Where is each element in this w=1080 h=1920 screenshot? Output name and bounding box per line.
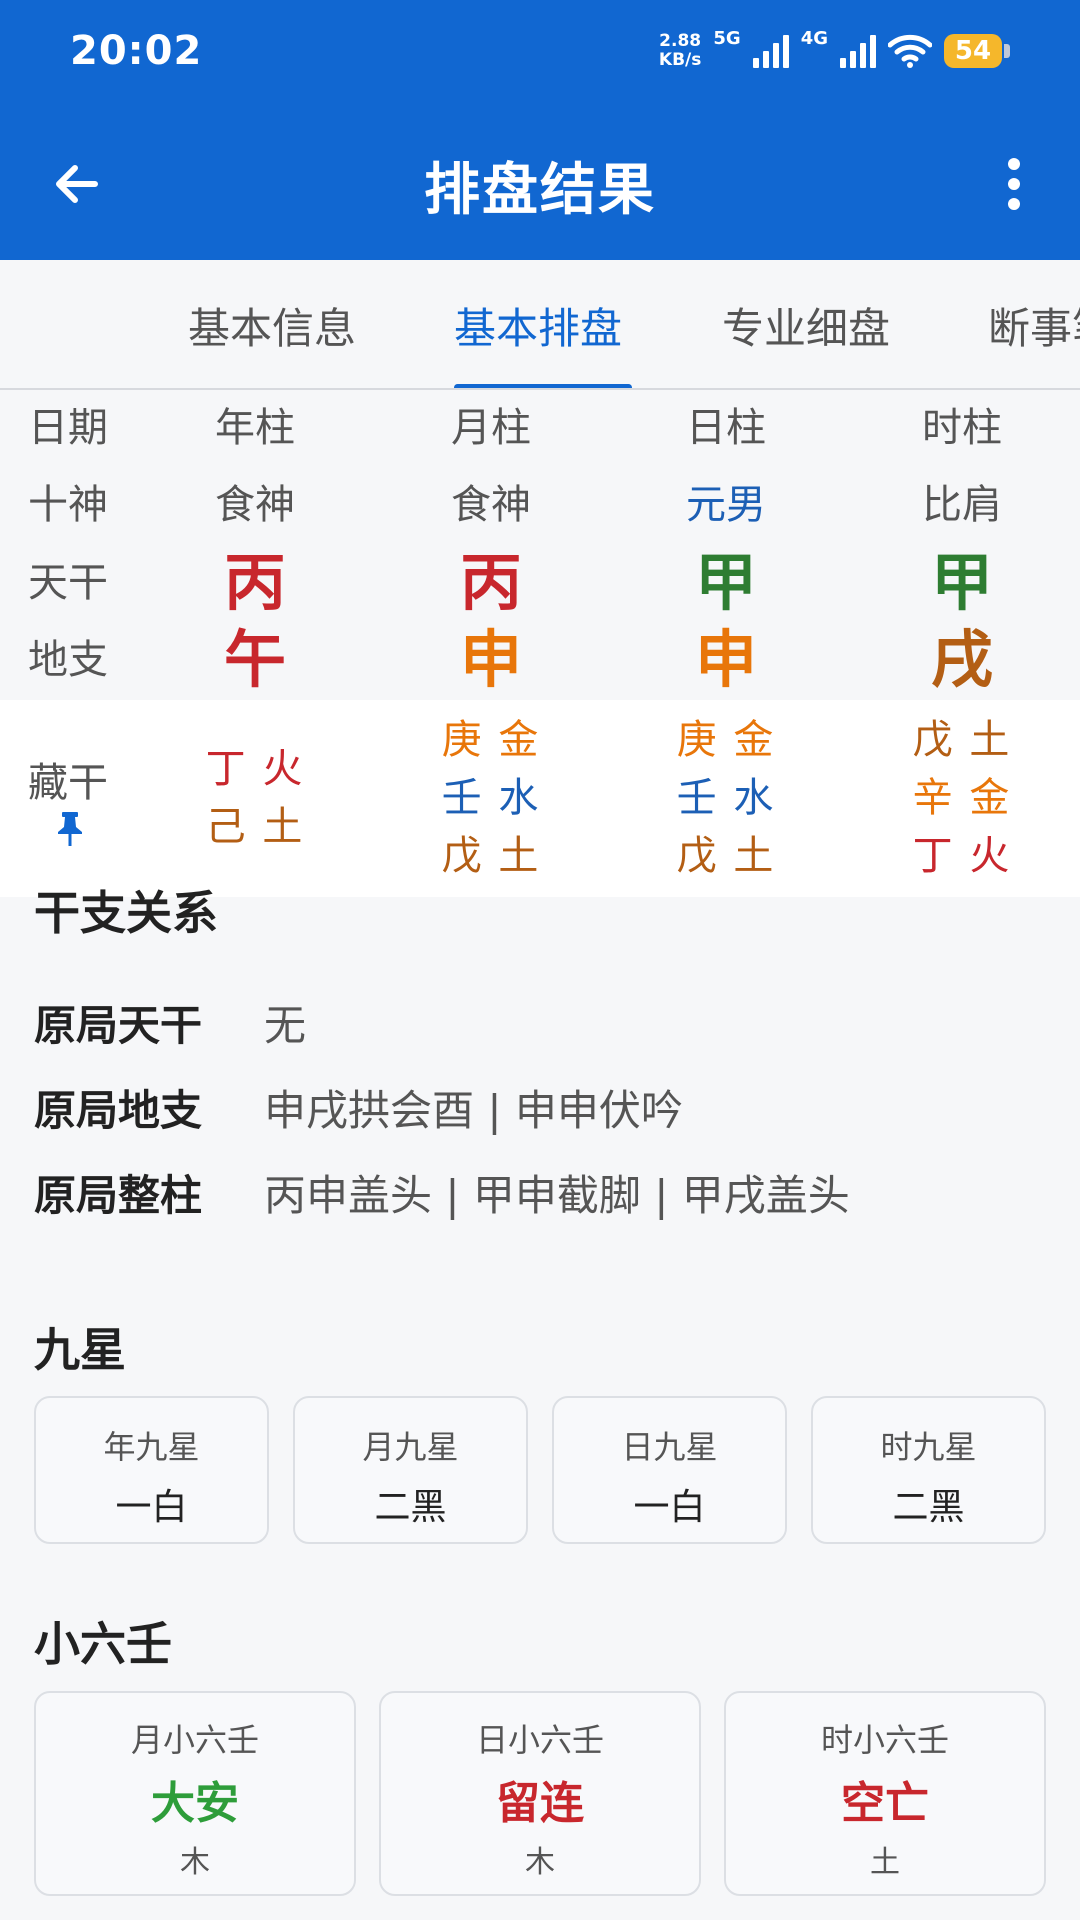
relation-row: 原局天干 无 — [34, 1000, 307, 1050]
liuren-card-hour: 时小六壬 空亡 土 — [724, 1691, 1046, 1896]
signal-4g-label: 4G — [800, 28, 828, 49]
hidden-stems-hour: 戊 土 辛 金 丁 火 — [862, 711, 1062, 885]
hidden-stem: 己 土 — [205, 804, 305, 850]
hidden-stem: 庚 金 — [441, 717, 541, 763]
status-icons: 2.88 KB/s 5G 4G 54 — [658, 26, 1010, 76]
zhi-day: 申 — [694, 623, 757, 696]
nine-star-card-year: 年九星 一白 — [34, 1396, 269, 1544]
zhi-year: 午 — [223, 623, 286, 696]
relation-row: 原局地支 申戌拱会酉 | 申申伏吟 — [34, 1085, 683, 1135]
battery-icon: 54 — [944, 34, 1010, 68]
more-options-button[interactable] — [986, 148, 1042, 220]
status-time: 20:02 — [70, 28, 203, 74]
gan-hour: 甲 — [930, 546, 993, 619]
signal-bars-icon — [752, 34, 789, 68]
relations-title: 干支关系 — [34, 886, 218, 940]
pin-icon[interactable] — [56, 812, 84, 846]
signal-5g-label: 5G — [713, 28, 741, 49]
liuren-card-day: 日小六壬 留连 木 — [379, 1691, 701, 1896]
relation-row: 原局整柱 丙申盖头 | 甲申截脚 | 甲戌盖头 — [34, 1170, 850, 1220]
row-tiangan: 天干 丙 丙 甲 甲 — [0, 545, 1080, 621]
shishen-hour: 比肩 — [922, 482, 1002, 528]
pillar-name-day: 日柱 — [686, 405, 766, 451]
tab-professional-chart[interactable]: 专业细盘 — [722, 295, 890, 356]
hidden-stems-day: 庚 金 壬 水 戊 土 — [626, 711, 826, 885]
shishen-month: 食神 — [451, 482, 531, 528]
nine-stars-title: 九星 — [34, 1323, 126, 1377]
nine-star-card-hour: 时九星 二黑 — [811, 1396, 1046, 1544]
nine-star-card-month: 月九星 二黑 — [293, 1396, 528, 1544]
gan-month: 丙 — [459, 546, 522, 619]
zhi-month: 申 — [459, 623, 522, 696]
hidden-stem: 戊 土 — [912, 717, 1012, 763]
hidden-stem: 辛 金 — [912, 775, 1012, 821]
gan-day: 甲 — [694, 546, 757, 619]
little-liuren-title: 小六壬 — [34, 1617, 172, 1671]
signal-bars-icon — [840, 34, 876, 68]
row-dizhi: 地支 午 申 申 戌 — [0, 622, 1080, 698]
wifi-icon — [888, 34, 932, 68]
network-speed: 2.88 KB/s — [658, 31, 702, 70]
more-vertical-icon — [1008, 158, 1020, 210]
shishen-day: 元男 — [686, 482, 766, 528]
shishen-year: 食神 — [215, 482, 295, 528]
tab-bar: 基本信息 基本排盘 专业细盘 断事笔记 — [0, 260, 1080, 390]
tab-basic-info[interactable]: 基本信息 — [188, 295, 356, 356]
hidden-stem: 壬 水 — [441, 775, 541, 821]
hidden-stem: 壬 水 — [676, 775, 776, 821]
app-bar: 20:02 2.88 KB/s 5G 4G 54 排盘结果 — [0, 0, 1080, 260]
hidden-stem: 丁 火 — [912, 833, 1012, 879]
liuren-card-month: 月小六壬 大安 木 — [34, 1691, 356, 1896]
hidden-stem: 戊 土 — [676, 833, 776, 879]
canggan-label: 藏干 — [28, 760, 108, 806]
pillar-name-hour: 时柱 — [922, 405, 1002, 451]
hidden-stem: 庚 金 — [676, 717, 776, 763]
row-shishen: 十神 食神 食神 元男 比肩 — [0, 467, 1080, 543]
row-date: 日期 年柱 月柱 日柱 时柱 — [0, 390, 1080, 466]
hidden-stem: 戊 土 — [441, 833, 541, 879]
tab-notes[interactable]: 断事笔记 — [988, 295, 1080, 356]
zhi-hour: 戌 — [930, 623, 993, 696]
hidden-stems-row: 藏干 丁 火 己 土 庚 金 壬 水 戊 土 庚 金 壬 水 戊 土 戊 土 辛… — [0, 700, 1080, 897]
pillar-name-year: 年柱 — [215, 405, 295, 451]
hidden-stem: 丁 火 — [205, 746, 305, 792]
tab-basic-chart[interactable]: 基本排盘 — [454, 295, 622, 356]
hidden-stems-year: 丁 火 己 土 — [155, 740, 355, 856]
nine-star-card-day: 日九星 一白 — [552, 1396, 787, 1544]
gan-year: 丙 — [223, 546, 286, 619]
pillar-name-month: 月柱 — [451, 405, 531, 451]
hidden-stems-month: 庚 金 壬 水 戊 土 — [391, 711, 591, 885]
page-title: 排盘结果 — [424, 158, 656, 223]
